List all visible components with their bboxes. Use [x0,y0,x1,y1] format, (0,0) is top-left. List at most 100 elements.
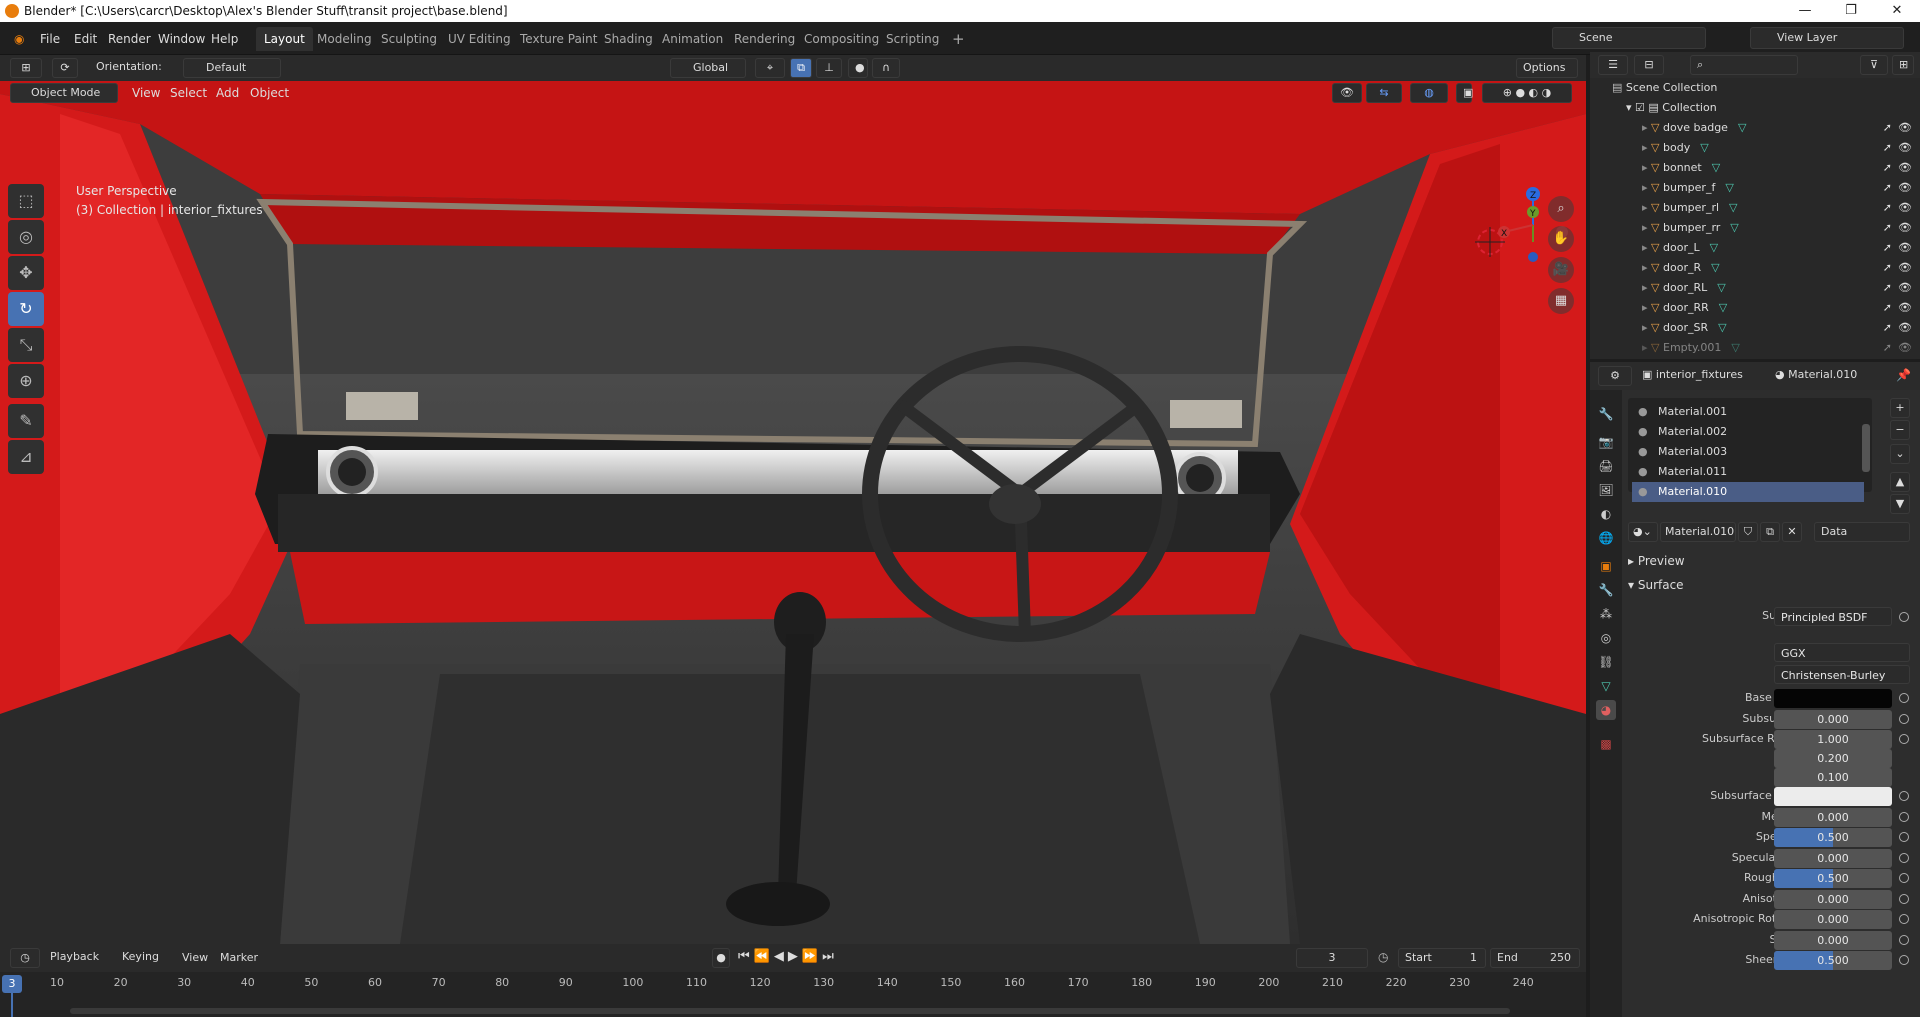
orientation-dropdown[interactable]: Default [183,58,281,78]
outliner-object-row[interactable]: ▸ ▽ bumper_rl ▽ ➚ 👁 [1590,198,1920,218]
slot-list-scrollbar[interactable] [1862,424,1870,472]
selectable-icon[interactable]: ➚ [1883,318,1892,338]
selectable-icon[interactable]: ➚ [1883,198,1892,218]
record-icon[interactable]: ● [712,948,730,968]
maximize-button[interactable]: ❐ [1828,0,1874,22]
material-slot-item[interactable]: ● Material.011 [1632,462,1864,482]
outliner-object-row[interactable]: ▸ ▽ body ▽ ➚ 👁 [1590,138,1920,158]
socket-link-icon[interactable] [1899,811,1909,822]
pin-icon[interactable]: 📌 [1896,368,1911,382]
socket-link-icon[interactable] [1899,832,1909,842]
numeric-property-field[interactable]: 0.000 [1774,910,1892,929]
expand-icon[interactable]: ▸ [1642,241,1651,254]
outliner-search-input[interactable]: ⌕ [1690,55,1798,75]
surface-panel-header[interactable]: ▾ Surface [1628,578,1684,592]
modifier-tab-icon[interactable]: 🔧 [1596,580,1616,600]
visibility-eye-icon[interactable]: 👁 [1898,238,1912,258]
select-box-icon[interactable]: ⬚ [8,184,44,218]
3d-viewport[interactable]: User Perspective (3) Collection | interi… [0,74,1586,944]
rotate-icon[interactable]: ↻ [8,292,44,326]
expand-icon[interactable]: ▸ [1642,121,1651,134]
numeric-property-field[interactable]: 0.000 [1774,930,1892,950]
visibility-eye-icon[interactable]: 👁 [1898,158,1912,178]
selectable-icon[interactable]: ➚ [1883,278,1892,298]
outliner-object-row[interactable]: ▸ ▽ bumper_f ▽ ➚ 👁 [1590,178,1920,198]
snap-toggle-icon[interactable]: ⧉ [790,58,812,78]
expand-icon[interactable]: ▸ [1642,141,1651,154]
options-dropdown[interactable]: Options [1516,58,1578,78]
xray-icon[interactable]: ▣ [1456,83,1473,103]
expand-icon[interactable]: ▸ [1642,301,1651,314]
tab-animation[interactable]: Animation [654,27,731,51]
outliner-object-row[interactable]: ▸ ▽ door_L ▽ ➚ 👁 [1590,238,1920,258]
preview-panel-header[interactable]: ▸ Preview [1628,554,1685,568]
texture-tab-icon[interactable]: ▩ [1596,734,1616,754]
selectable-icon[interactable]: ➚ [1883,218,1892,238]
surface-socket-icon[interactable] [1899,612,1909,622]
shading-mode-icon[interactable]: ⊕ ● ◐ ◑ [1482,83,1572,103]
socket-link-icon[interactable] [1899,893,1909,904]
visibility-eye-icon[interactable]: 👁 [1898,178,1912,198]
expand-icon[interactable]: ▸ [1642,281,1651,294]
ortho-grid-icon[interactable]: ▦ [1548,288,1574,314]
viewport-menu-view[interactable]: View [126,83,166,103]
world-tab-icon[interactable]: 🌐 [1596,528,1616,548]
add-workspace-button[interactable]: + [944,27,973,51]
measure-icon[interactable]: ⊿ [8,440,44,474]
menu-window[interactable]: Window [152,29,211,49]
visibility-eye-icon[interactable]: 👁 [1898,218,1912,238]
data-tab-icon[interactable]: ▽ [1596,676,1616,696]
browse-material-icon[interactable]: ◕⌄ [1628,522,1658,542]
outliner-object-row[interactable]: ▸ ▽ door_RL ▽ ➚ 👁 [1590,278,1920,298]
visibility-eye-icon[interactable]: 👁 [1898,258,1912,278]
new-collection-icon[interactable]: ⊞ [1892,55,1914,75]
timeline-menu-view[interactable]: View [176,948,214,968]
expand-icon[interactable]: ▸ [1642,341,1651,354]
timeline-scrollbar[interactable] [70,1008,1510,1014]
selectable-icon[interactable]: ➚ [1883,338,1892,358]
expand-icon[interactable]: ▸ [1642,261,1651,274]
numeric-property-field[interactable]: 0.500 [1774,869,1892,888]
tab-scripting[interactable]: Scripting [878,27,947,51]
material-slot-item[interactable]: ● Material.003 [1632,442,1864,462]
visibility-eye-icon[interactable]: 👁 [1898,138,1912,158]
material-name-field[interactable]: Material.010 [1660,522,1736,542]
outliner-object-row[interactable]: ▸ ▽ dove badge ▽ ➚ 👁 [1590,118,1920,138]
timeline-ruler[interactable]: 3 10 20 30 40 50 60 70 80 90 100 110 120 130 140 150 16… [0,972,1586,1017]
blender-menu-icon[interactable]: ◉ [8,29,30,49]
navigation-gizmo[interactable]: Z Y X [1490,182,1576,268]
move-icon[interactable]: ✥ [8,256,44,290]
duplicate-material-icon[interactable]: ⧉ [1760,522,1780,542]
visibility-eye-icon[interactable]: 👁 [1898,118,1912,138]
clock-icon[interactable]: ◷ [1378,950,1388,964]
collection-row[interactable]: ▾ ☑ ▤ Collection [1590,98,1920,118]
current-frame-field[interactable]: 3 [1296,948,1368,968]
numeric-property-field[interactable]: 0.000 [1774,848,1892,868]
editor-type-icon[interactable]: ⊞ [10,58,42,78]
proportional-edit-icon[interactable]: ● [848,58,868,78]
timeline-menu-marker[interactable]: Marker [214,948,264,968]
numeric-property-field[interactable]: 0.000 [1774,889,1892,909]
distribution-dropdown[interactable]: GGX [1774,643,1910,662]
selectable-icon[interactable]: ➚ [1883,138,1892,158]
start-frame-field[interactable]: Start 1 [1398,948,1486,968]
tool-tab-icon[interactable]: 🔧 [1596,404,1616,424]
color-swatch-field[interactable] [1774,787,1892,806]
expand-icon[interactable]: ▾ [1626,101,1635,114]
socket-link-icon[interactable] [1899,955,1909,965]
subsurface-method-dropdown[interactable]: Christensen-Burley [1774,665,1910,684]
particles-tab-icon[interactable]: ⁂ [1596,604,1616,624]
socket-link-icon[interactable] [1899,914,1909,924]
view-layer-selector[interactable]: View Layer [1750,27,1904,49]
physics-tab-icon[interactable]: ◎ [1596,628,1616,648]
numeric-property-field[interactable]: 0.000 [1774,807,1892,827]
output-tab-icon[interactable]: 🖨 [1596,456,1616,476]
visibility-eye-icon[interactable]: 👁 [1898,298,1912,318]
minimize-button[interactable]: — [1782,0,1828,22]
move-slot-down-button[interactable]: ▼ [1890,494,1910,514]
material-breadcrumb[interactable]: ◕ Material.010 [1775,368,1857,381]
outliner-object-row[interactable]: ▸ ▽ door_SR ▽ ➚ 👁 [1590,318,1920,338]
selectable-icon[interactable]: ➚ [1883,258,1892,278]
selectable-icon[interactable]: ➚ [1883,118,1892,138]
add-slot-button[interactable]: + [1890,398,1910,418]
